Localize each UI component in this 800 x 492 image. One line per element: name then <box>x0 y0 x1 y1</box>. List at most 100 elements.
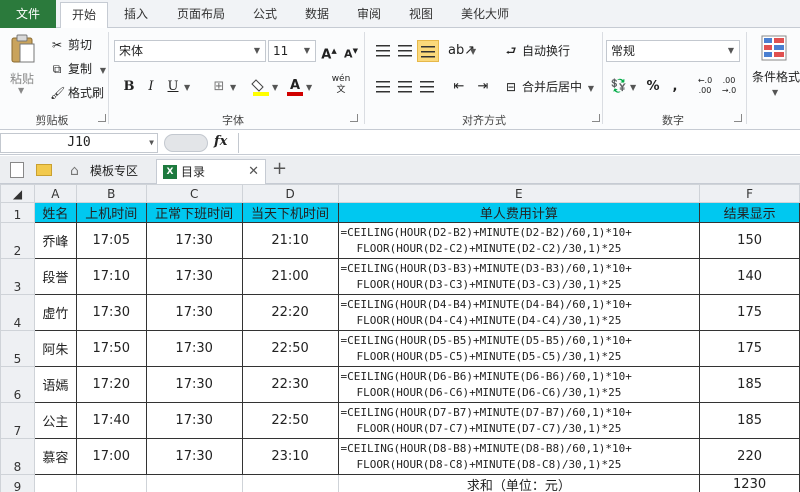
tab-page-layout[interactable]: 页面布局 <box>168 0 234 28</box>
end-time-cell[interactable]: 22:20 <box>241 294 339 331</box>
row-header[interactable]: 7 <box>0 402 35 439</box>
header-cell-result[interactable]: 结果显示 <box>699 202 800 223</box>
normal-off-time-cell[interactable]: 17:30 <box>145 258 243 295</box>
new-document-icon[interactable] <box>10 162 24 178</box>
normal-off-time-cell[interactable]: 17:30 <box>145 366 243 403</box>
orientation-dropdown-arrow[interactable]: ▼ <box>470 47 476 56</box>
number-format-combo[interactable]: 常规 ▼ <box>606 40 740 62</box>
formula-cell[interactable]: =CEILING(HOUR(D8-B8)+MINUTE(D8-B8)/60,1)… <box>337 438 701 475</box>
percent-button[interactable]: % <box>642 76 664 98</box>
start-time-cell[interactable]: 17:30 <box>75 294 147 331</box>
doc-tab-template-zone[interactable]: ⌂ 模板专区 <box>66 159 154 184</box>
font-color-dropdown-arrow[interactable]: ▼ <box>306 83 312 92</box>
align-middle-button[interactable] <box>394 40 416 62</box>
column-header-c[interactable]: C <box>145 184 243 203</box>
decrease-indent-icon[interactable]: ⇤ <box>448 76 470 98</box>
align-right-button[interactable] <box>416 76 438 98</box>
paste-button[interactable]: 粘贴 <box>10 70 34 87</box>
tab-view[interactable]: 视图 <box>400 0 442 28</box>
decrease-decimal-icon[interactable]: .00 →.0 <box>718 76 740 98</box>
copy-dropdown-arrow[interactable]: ▼ <box>100 66 106 75</box>
underline-button[interactable]: U <box>162 76 184 98</box>
formula-cell[interactable]: =CEILING(HOUR(D3-B3)+MINUTE(D3-B3)/60,1)… <box>337 258 701 295</box>
add-tab-icon[interactable]: + <box>272 158 287 179</box>
empty-cell[interactable] <box>241 474 339 492</box>
start-time-cell[interactable]: 17:20 <box>75 366 147 403</box>
column-header-b[interactable]: B <box>75 184 147 203</box>
end-time-cell[interactable]: 22:50 <box>241 402 339 439</box>
header-cell-start-time[interactable]: 上机时间 <box>75 202 147 223</box>
end-time-cell[interactable]: 22:30 <box>241 366 339 403</box>
currency-format-icon[interactable]: 💱 <box>608 76 630 98</box>
font-color-icon[interactable]: A <box>284 76 306 98</box>
fill-color-dropdown-arrow[interactable]: ▼ <box>272 83 278 92</box>
alignment-launcher-icon[interactable] <box>592 114 600 122</box>
name-cell[interactable]: 阿朱 <box>33 330 77 367</box>
end-time-cell[interactable]: 23:10 <box>241 438 339 475</box>
insert-function-button[interactable]: fx <box>214 134 227 149</box>
header-cell-end-time[interactable]: 当天下机时间 <box>241 202 339 223</box>
empty-cell[interactable] <box>75 474 147 492</box>
tab-beautify-master[interactable]: 美化大师 <box>452 0 518 28</box>
close-icon[interactable]: ✕ <box>248 160 259 184</box>
currency-dropdown-arrow[interactable]: ▼ <box>630 83 636 92</box>
formula-cell[interactable]: =CEILING(HOUR(D5-B5)+MINUTE(D5-B5)/60,1)… <box>337 330 701 367</box>
name-cell[interactable]: 语嫣 <box>33 366 77 403</box>
doc-tab-catalog[interactable]: X 目录 ✕ <box>156 159 266 184</box>
align-center-button[interactable] <box>394 76 416 98</box>
border-dropdown-arrow[interactable]: ▼ <box>230 83 236 92</box>
clipboard-launcher-icon[interactable] <box>98 114 106 122</box>
name-cell[interactable]: 段誉 <box>33 258 77 295</box>
end-time-cell[interactable]: 21:00 <box>241 258 339 295</box>
row-header[interactable]: 8 <box>0 438 35 475</box>
row-header[interactable]: 3 <box>0 258 35 295</box>
increase-indent-icon[interactable]: ⇥ <box>472 76 494 98</box>
paste-dropdown-arrow[interactable]: ▼ <box>18 86 24 95</box>
tab-data[interactable]: 数据 <box>296 0 338 28</box>
result-cell[interactable]: 185 <box>699 402 800 439</box>
row-header[interactable]: 9 <box>0 474 35 492</box>
result-cell[interactable]: 185 <box>699 366 800 403</box>
row-header[interactable]: 4 <box>0 294 35 331</box>
align-bottom-button[interactable] <box>417 40 439 62</box>
row-header[interactable]: 6 <box>0 366 35 403</box>
normal-off-time-cell[interactable]: 17:30 <box>145 438 243 475</box>
tab-insert[interactable]: 插入 <box>114 0 158 28</box>
format-painter-button[interactable]: 🖌 格式刷 <box>50 84 104 102</box>
start-time-cell[interactable]: 17:05 <box>75 222 147 259</box>
formula-cell[interactable]: =CEILING(HOUR(D4-B4)+MINUTE(D4-B4)/60,1)… <box>337 294 701 331</box>
column-header-d[interactable]: D <box>241 184 339 203</box>
start-time-cell[interactable]: 17:10 <box>75 258 147 295</box>
start-time-cell[interactable]: 17:50 <box>75 330 147 367</box>
name-cell[interactable]: 公主 <box>33 402 77 439</box>
wrap-text-button[interactable]: ⮐ 自动换行 <box>504 42 570 60</box>
total-value-cell[interactable]: 1230 <box>699 474 800 492</box>
normal-off-time-cell[interactable]: 17:30 <box>145 294 243 331</box>
tab-home[interactable]: 开始 <box>60 2 108 29</box>
end-time-cell[interactable]: 22:50 <box>241 330 339 367</box>
normal-off-time-cell[interactable]: 17:30 <box>145 222 243 259</box>
total-label-cell[interactable]: 求和（单位：元） <box>337 474 701 492</box>
fill-color-icon[interactable] <box>250 76 272 98</box>
empty-cell[interactable] <box>145 474 243 492</box>
column-header-a[interactable]: A <box>33 184 77 203</box>
tab-review[interactable]: 审阅 <box>348 0 390 28</box>
result-cell[interactable]: 220 <box>699 438 800 475</box>
bold-button[interactable]: B <box>118 76 140 98</box>
grow-font-button[interactable]: A▲ <box>318 40 340 62</box>
end-time-cell[interactable]: 21:10 <box>241 222 339 259</box>
formula-cell[interactable]: =CEILING(HOUR(D2-B2)+MINUTE(D2-B2)/60,1)… <box>337 222 701 259</box>
font-name-combo[interactable]: 宋体 ▼ <box>114 40 266 62</box>
formula-cell[interactable]: =CEILING(HOUR(D7-B7)+MINUTE(D7-B7)/60,1)… <box>337 402 701 439</box>
merge-dropdown-arrow[interactable]: ▼ <box>588 84 594 93</box>
font-launcher-icon[interactable] <box>350 114 358 122</box>
row-header[interactable]: 5 <box>0 330 35 367</box>
comma-style-button[interactable]: , <box>664 76 686 98</box>
underline-dropdown-arrow[interactable]: ▼ <box>184 83 190 92</box>
number-launcher-icon[interactable] <box>734 114 742 122</box>
name-box[interactable]: J10 ▼ <box>0 133 158 153</box>
result-cell[interactable]: 175 <box>699 294 800 331</box>
font-size-combo[interactable]: 11 ▼ <box>268 40 316 62</box>
header-cell-normal-off-time[interactable]: 正常下班时间 <box>145 202 243 223</box>
shrink-font-button[interactable]: A▼ <box>340 40 362 62</box>
